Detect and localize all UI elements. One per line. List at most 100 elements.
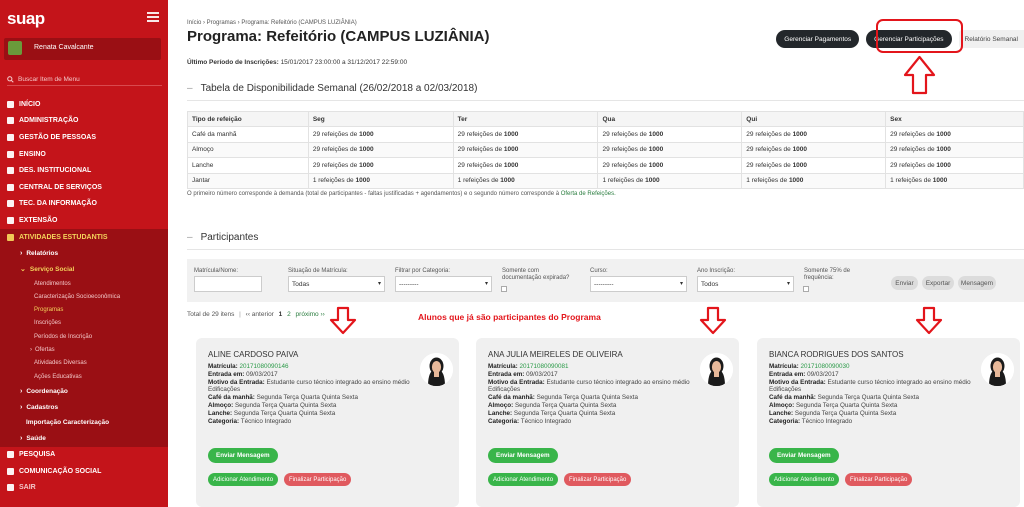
adicionar-atendimento-button[interactable]: Adicionar Atendimento	[488, 473, 559, 486]
user-box[interactable]: Renata Cavalcante	[4, 38, 161, 60]
briefcase-icon	[7, 216, 14, 224]
next-page-link[interactable]: próximo ››	[296, 311, 325, 318]
availability-cell: 29 refeições de 1000	[307, 141, 454, 158]
enviar-mensagem-button[interactable]: Enviar Mensagem	[488, 448, 558, 463]
chevron-right-icon: ›	[20, 387, 23, 395]
enviar-button[interactable]: Enviar	[891, 276, 918, 290]
field-row: Matrícula: 20171080090030	[769, 363, 979, 371]
situacao-select[interactable]: Todas ▾	[288, 276, 385, 292]
field-row: Lanche: Segunda Terça Quarta Quinta Sext…	[769, 410, 979, 418]
categoria-select[interactable]: --------- ▾	[395, 276, 492, 292]
menu-search-input[interactable]: Buscar Item de Menu	[7, 74, 162, 86]
previous-page-link[interactable]: ‹‹ anterior	[246, 311, 274, 318]
select-value: Todos	[701, 280, 719, 288]
matricula-link[interactable]: 20171080090146	[240, 363, 289, 370]
menu-item-sair[interactable]: SAIR	[0, 480, 168, 497]
participant-card: ALINE CARDOSO PAIVA Matrícula: 2017108009…	[196, 338, 459, 507]
availability-cell: 29 refeições de 1000	[597, 157, 743, 174]
field-label: Lanche:	[769, 409, 794, 417]
subsub-item-programas[interactable]: Programas	[0, 304, 168, 317]
matricula-link[interactable]: 20171080090081	[520, 363, 569, 370]
avatar	[8, 41, 22, 55]
subsub-item-periodos[interactable]: Períodos de Inscrição	[0, 330, 168, 343]
field-value: Segunda Terça Quarta Quinta Sexta	[513, 409, 616, 417]
menu-item-comunicacao[interactable]: COMUNICAÇÃO SOCIAL	[0, 463, 168, 480]
subsub-item-caracterizacao[interactable]: Caracterização Socioeconômica	[0, 290, 168, 303]
enviar-mensagem-button[interactable]: Enviar Mensagem	[769, 448, 839, 463]
desktop-icon	[7, 200, 14, 208]
sub-item-relatorios[interactable]: › Relatórios	[0, 245, 168, 261]
table-note: O primeiro número corresponde à demanda …	[187, 191, 616, 197]
hamburger-icon[interactable]	[147, 12, 159, 24]
matricula-link[interactable]: 20171080090030	[801, 363, 850, 370]
menu-item-des-institucional[interactable]: DES. INSTITUCIONAL	[0, 162, 168, 179]
sub-label: Relatórios	[26, 249, 59, 257]
page-2-link[interactable]: 2	[287, 311, 291, 318]
finalizar-participacao-button[interactable]: Finalizar Participação	[564, 473, 632, 486]
caret-down-icon: ▾	[786, 281, 790, 287]
offer-value: 1000	[648, 161, 664, 169]
sub-item-servico-social[interactable]: ⌄ Serviço Social	[0, 261, 168, 277]
ano-select[interactable]: Todos ▾	[697, 276, 794, 292]
menu-label: ADMINISTRAÇÃO	[19, 117, 79, 125]
subsub-item-acoes-educativas[interactable]: Ações Educativas	[0, 370, 168, 383]
sub-item-cadastros[interactable]: › Cadastros	[0, 399, 168, 415]
menu-item-central-servicos[interactable]: CENTRAL DE SERVIÇOS	[0, 179, 168, 196]
doc-expirada-checkbox[interactable]	[501, 286, 507, 292]
search-icon	[7, 76, 14, 83]
section-availability-title[interactable]: – Tabela de Disponibilidade Semanal (26/0…	[187, 83, 477, 94]
menu-item-administracao[interactable]: ADMINISTRAÇÃO	[0, 113, 168, 130]
finalizar-participacao-button[interactable]: Finalizar Participação	[284, 473, 352, 486]
menu-item-pesquisa[interactable]: PESQUISA	[0, 447, 168, 464]
breadcrumb[interactable]: Início › Programas › Programa: Refeitóri…	[187, 20, 357, 26]
menu-item-inicio[interactable]: INÍCIO	[0, 96, 168, 113]
sidebar: suap Renata Cavalcante Buscar Item de Me…	[0, 0, 168, 507]
adicionar-atendimento-button[interactable]: Adicionar Atendimento	[769, 473, 840, 486]
subsub-item-atendimentos[interactable]: Atendimentos	[0, 277, 168, 290]
menu-item-atividades-estudantis[interactable]: ATIVIDADES ESTUDANTIS	[0, 228, 168, 246]
sub-item-importacao[interactable]: Importação Caracterização	[0, 415, 168, 431]
availability-cell: 29 refeições de 1000	[452, 126, 599, 143]
sub-item-coordenacao[interactable]: › Coordenação	[0, 383, 168, 399]
enviar-mensagem-button[interactable]: Enviar Mensagem	[208, 448, 278, 463]
field-value: 09/03/2017	[526, 370, 558, 378]
finalizar-participacao-button[interactable]: Finalizar Participação	[845, 473, 913, 486]
field-label: Motivo da Entrada:	[488, 378, 545, 386]
sub-item-saude[interactable]: › Saúde	[0, 431, 168, 447]
subsub-item-ofertas[interactable]: › Ofertas	[0, 343, 168, 356]
matricula-name-input[interactable]	[194, 276, 262, 292]
oferta-refeicoes-link[interactable]: Oferta de Refeições.	[561, 191, 616, 197]
participant-fields: Matrícula: 20171080090081 Entrada em: 09/…	[488, 363, 698, 425]
curso-select[interactable]: --------- ▾	[590, 276, 687, 292]
page-1[interactable]: 1	[279, 311, 283, 318]
menu-item-ensino[interactable]: ENSINO	[0, 146, 168, 163]
caret-down-icon: ▾	[377, 281, 381, 287]
exportar-button[interactable]: Exportar	[922, 276, 954, 290]
brand-logo[interactable]: suap	[7, 9, 45, 29]
adicionar-atendimento-button[interactable]: Adicionar Atendimento	[208, 473, 279, 486]
menu-item-extensao[interactable]: EXTENSÃO	[0, 212, 168, 229]
subsub-item-inscricoes[interactable]: Inscrições	[0, 317, 168, 330]
frequencia-checkbox[interactable]	[803, 286, 809, 292]
column-header: Tipo de refeição	[187, 111, 309, 127]
field-value: Estudante curso técnico integrado ao ens…	[546, 378, 690, 386]
mensagem-button[interactable]: Mensagem	[958, 276, 996, 290]
menu-item-gestao-pessoas[interactable]: GESTÃO DE PESSOAS	[0, 129, 168, 146]
table-note-text: O primeiro número corresponde à demanda …	[187, 191, 560, 197]
participant-card: ANA JULIA MEIRELES DE OLIVEIRA Matrícula:…	[476, 338, 739, 507]
participant-name: BIANCA RODRIGUES DOS SANTOS	[769, 350, 904, 359]
field-row: Motivo da Entrada: Estudante curso técni…	[208, 379, 418, 387]
offer-value: 1000	[503, 130, 519, 138]
section-participants-title[interactable]: – Participantes	[187, 232, 258, 243]
subsub-item-atividades-diversas[interactable]: Atividades Diversas	[0, 357, 168, 370]
availability-cell: 1 refeições de 1000	[307, 172, 454, 189]
field-row: Almoço: Segunda Terça Quarta Quinta Sext…	[208, 402, 418, 410]
gerenciar-pagamentos-button[interactable]: Gerenciar Pagamentos	[776, 30, 860, 48]
column-header: Qua	[597, 111, 743, 127]
relatorio-semanal-button[interactable]: Relatório Semanal	[958, 30, 1024, 48]
availability-body: Café da manhã 29 refeições de 1000 29 refe…	[187, 126, 1024, 189]
table-row: Café da manhã 29 refeições de 1000 29 refe…	[187, 126, 1024, 143]
demand-text: 29 refeições de	[746, 146, 793, 154]
table-row: Jantar 1 refeições de 1000 1 refeições de …	[187, 172, 1024, 189]
menu-item-tec-informacao[interactable]: TEC. DA INFORMAÇÃO	[0, 196, 168, 213]
